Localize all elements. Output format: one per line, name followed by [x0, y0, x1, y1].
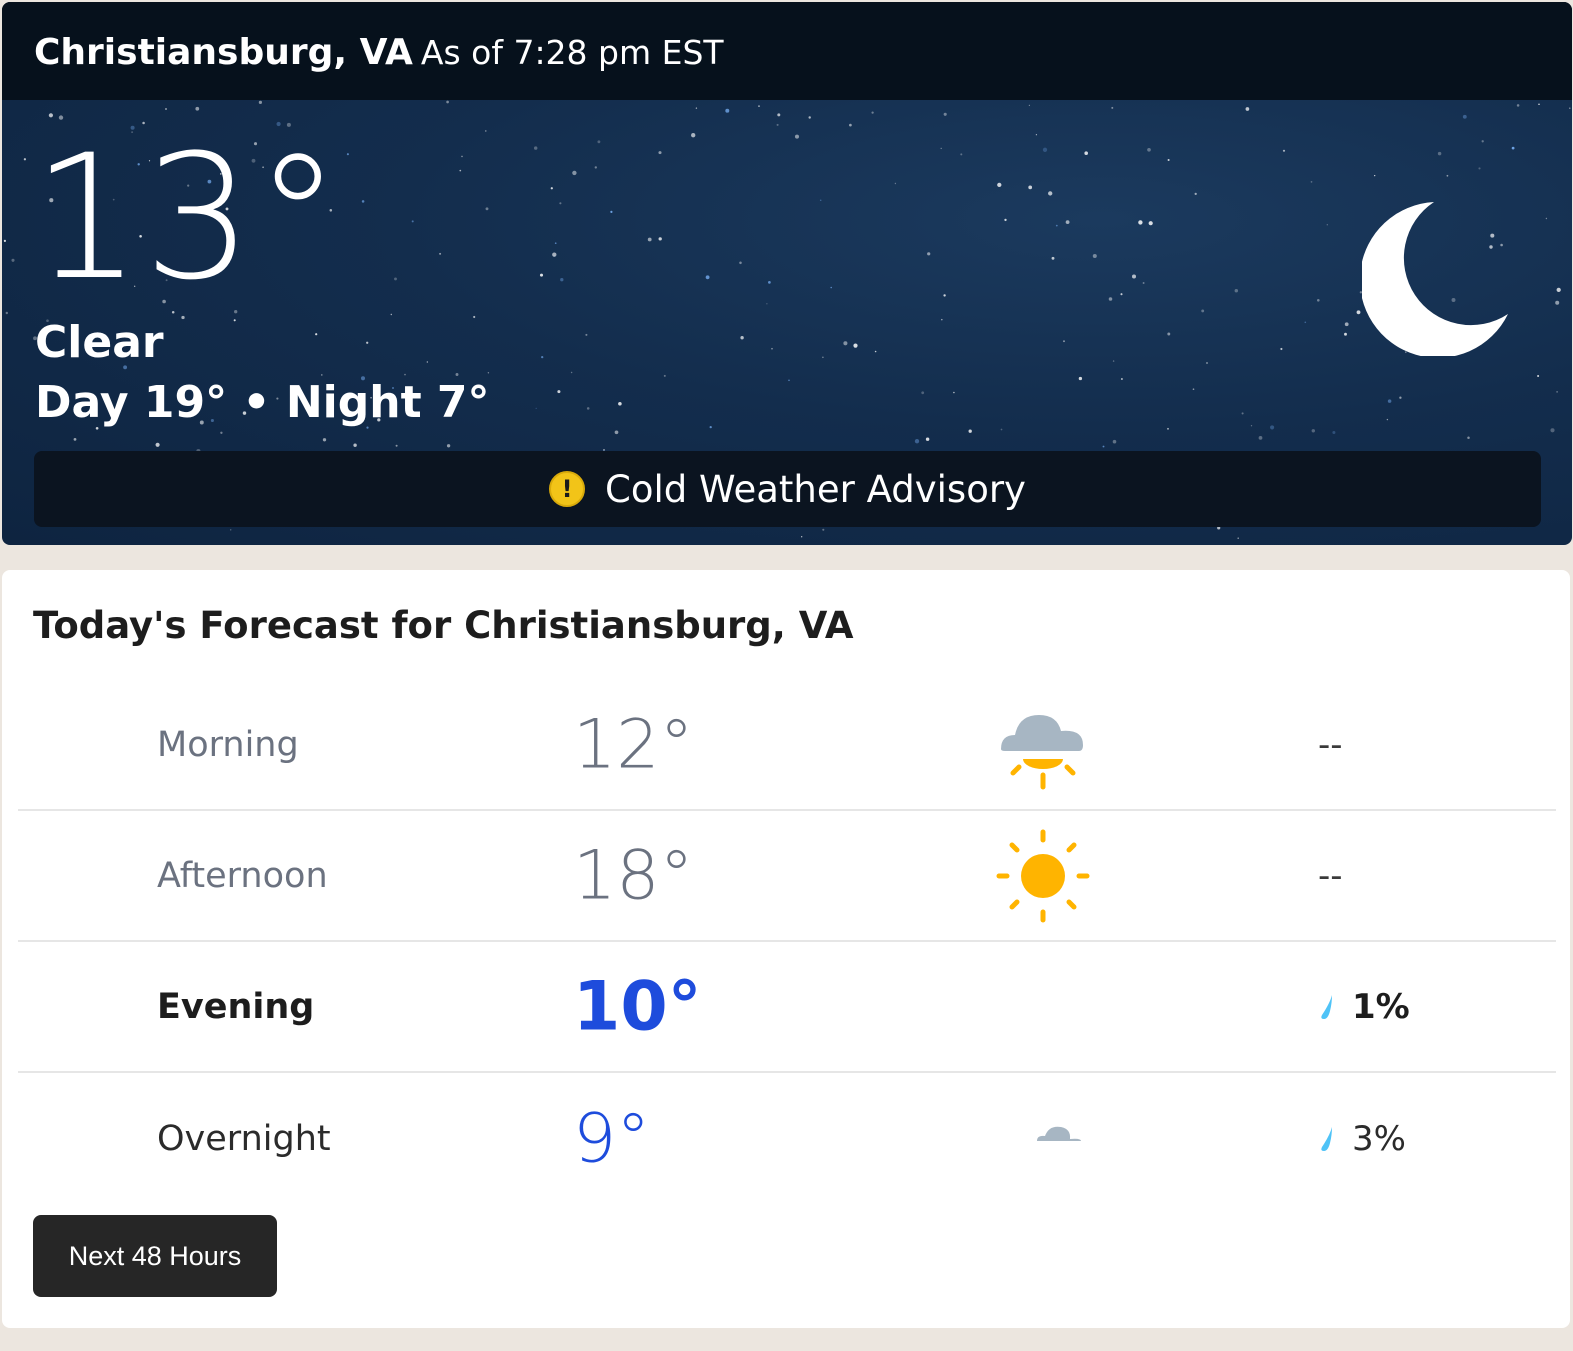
- location-name: Christiansburg, VA: [34, 32, 413, 73]
- precip-value: --: [1318, 855, 1343, 896]
- precip-chance: 1%: [1318, 987, 1410, 1027]
- next-48-hours-button[interactable]: Next 48 Hours: [33, 1215, 277, 1297]
- cloudy-sunrise-icon: [1001, 714, 1083, 789]
- period-label: Evening: [157, 986, 315, 1027]
- partly-cloudy-night-icon: [1018, 1096, 1087, 1174]
- forecast-row-evening[interactable]: Evening 10° 1%: [18, 942, 1556, 1073]
- moon-icon: [1018, 964, 1085, 1042]
- current-temperature: 13°: [32, 117, 343, 318]
- location-header: Christiansburg, VA As of 7:28 pm EST: [34, 32, 724, 73]
- forecast-row-morning[interactable]: Morning 12° --: [18, 680, 1556, 811]
- current-conditions-card: Christiansburg, VA As of 7:28 pm EST 13° …: [2, 2, 1572, 545]
- period-label: Overnight: [157, 1118, 331, 1159]
- sun-icon: [996, 829, 1090, 922]
- raindrop-icon: [1321, 1126, 1332, 1151]
- period-label: Morning: [157, 724, 299, 765]
- day-night-temps: Day 19° • Night 7°: [35, 377, 490, 428]
- period-temperature: 9°: [573, 1099, 651, 1178]
- period-temperature: 10°: [573, 967, 702, 1046]
- raindrop-icon: [1321, 994, 1332, 1019]
- period-temperature: 12°: [573, 705, 694, 784]
- todays-forecast-card: Today's Forecast for Christiansburg, VA …: [2, 570, 1570, 1328]
- advisory-label: Cold Weather Advisory: [605, 467, 1026, 511]
- precip-value: 3%: [1352, 1118, 1406, 1159]
- precip-value: 1%: [1352, 986, 1410, 1027]
- precip-chance: 3%: [1318, 1119, 1406, 1159]
- precip-chance: --: [1318, 725, 1343, 765]
- forecast-row-afternoon[interactable]: Afternoon 18° --: [18, 811, 1556, 942]
- precip-value: --: [1318, 724, 1343, 765]
- moon-icon: [1362, 202, 1508, 356]
- cold-weather-advisory-button[interactable]: ! Cold Weather Advisory: [34, 451, 1541, 527]
- period-label: Afternoon: [157, 855, 328, 896]
- forecast-row-overnight[interactable]: Overnight 9° 3%: [18, 1073, 1556, 1204]
- period-temperature: 18°: [573, 836, 694, 915]
- alert-icon: !: [549, 471, 586, 507]
- forecast-title: Today's Forecast for Christiansburg, VA: [33, 604, 854, 647]
- as-of-timestamp: As of 7:28 pm EST: [420, 33, 724, 72]
- precip-chance: --: [1318, 856, 1343, 896]
- weather-phrase: Clear: [35, 317, 164, 368]
